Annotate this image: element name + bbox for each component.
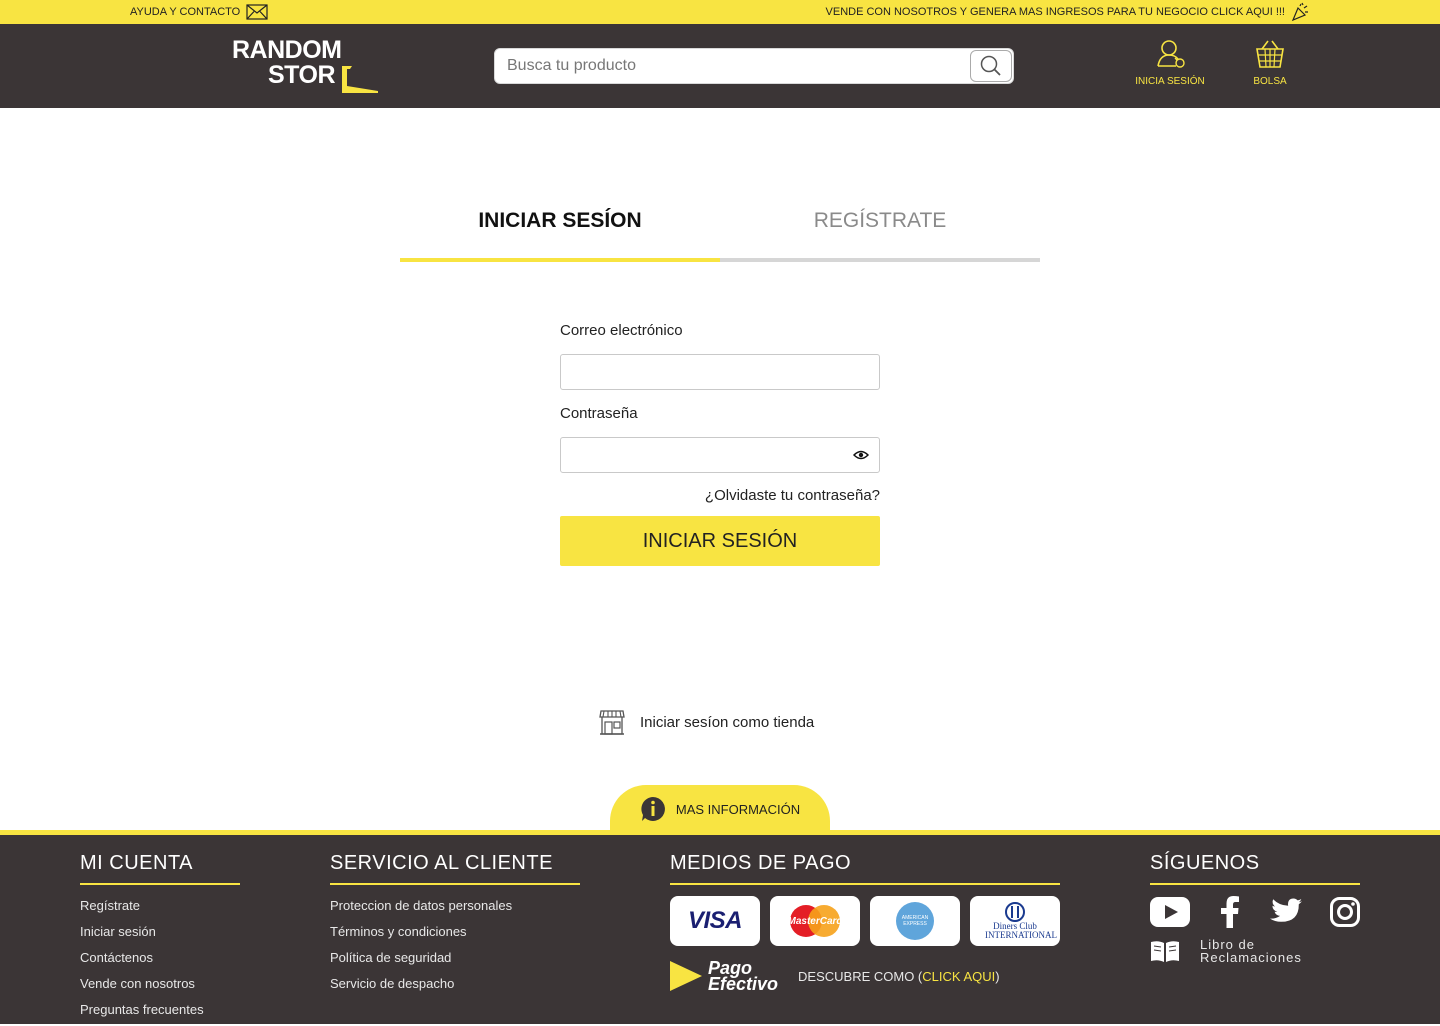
play-arrow-icon bbox=[670, 961, 702, 991]
footer-follow-us: SÍGUENOS Libro de Reclamaciones bbox=[1150, 852, 1360, 964]
logo-line-1: RANDOM bbox=[232, 36, 342, 64]
search-icon bbox=[980, 55, 1001, 76]
top-bar: AYUDA Y CONTACTO VENDE CON NOSOTROS Y GE… bbox=[0, 0, 1440, 24]
instagram-icon bbox=[1330, 897, 1360, 927]
mastercard-logo-text: MasterCard bbox=[787, 916, 843, 927]
tab-register[interactable]: REGÍSTRATE bbox=[720, 200, 1040, 262]
header-login-button[interactable]: INICIA SESIÓN bbox=[1130, 38, 1210, 87]
discover-suffix: ) bbox=[995, 968, 1000, 984]
footer-link-faq[interactable]: Preguntas frecuentes bbox=[80, 1000, 240, 1026]
header-bag-button[interactable]: BOLSA bbox=[1240, 38, 1300, 87]
user-icon bbox=[1157, 40, 1185, 68]
payment-cards: VISA MasterCard AMERICAN EXPRESS Diners … bbox=[670, 896, 1060, 946]
store-login-label: Iniciar sesíon como tienda bbox=[640, 713, 815, 731]
discover-click-link[interactable]: CLICK AQUI bbox=[922, 969, 995, 984]
footer-payment-methods: MEDIOS DE PAGO VISA MasterCard AMERICAN … bbox=[670, 852, 1060, 994]
pago-efectivo-wordmark: Pago Efectivo bbox=[708, 959, 779, 994]
search-button[interactable] bbox=[970, 50, 1012, 82]
mastercard-card: MasterCard bbox=[770, 896, 860, 946]
footer-link-contact[interactable]: Contáctenos bbox=[80, 948, 240, 974]
password-field[interactable] bbox=[561, 438, 879, 472]
facebook-link[interactable] bbox=[1218, 896, 1242, 928]
store-login-link[interactable]: Iniciar sesíon como tienda bbox=[598, 708, 814, 736]
storefront-icon bbox=[599, 710, 625, 735]
footer-link-shipping[interactable]: Servicio de despacho bbox=[330, 974, 580, 1000]
visa-card: VISA bbox=[670, 896, 760, 946]
twitter-link[interactable] bbox=[1270, 896, 1302, 928]
search-input[interactable] bbox=[495, 49, 969, 83]
email-field-wrapper bbox=[560, 354, 880, 390]
more-info-label: MAS INFORMACIÓN bbox=[675, 801, 801, 817]
facebook-icon bbox=[1221, 896, 1239, 928]
store-logo[interactable]: RANDOM STOR bbox=[232, 38, 382, 96]
footer-my-account-title: MI CUENTA bbox=[80, 852, 240, 885]
footer-link-terms[interactable]: Términos y condiciones bbox=[330, 922, 580, 948]
discover-how-text: DESCUBRE COMO (CLICK AQUI) bbox=[798, 969, 1000, 984]
footer-link-data-protection[interactable]: Proteccion de datos personales bbox=[330, 896, 580, 922]
pago-efectivo-line2: Efectivo bbox=[708, 974, 779, 994]
celebration-icon bbox=[1291, 2, 1308, 22]
login-form: Correo electrónico Contraseña ¿Olvidaste… bbox=[560, 320, 880, 566]
pago-efectivo-row: Pago Efectivo DESCUBRE COMO (CLICK AQUI) bbox=[670, 959, 1060, 994]
forgot-password-link[interactable]: ¿Olvidaste tu contraseña? bbox=[560, 487, 880, 504]
instagram-link[interactable] bbox=[1330, 896, 1360, 928]
diners-logo-text: Diners Club INTERNATIONAL bbox=[985, 921, 1057, 940]
help-contact-link[interactable]: AYUDA Y CONTACTO bbox=[130, 0, 268, 24]
footer-customer-service: SERVICIO AL CLIENTE Proteccion de datos … bbox=[330, 852, 580, 1000]
youtube-link[interactable] bbox=[1150, 896, 1190, 928]
header-login-label: INICIA SESIÓN bbox=[1135, 76, 1205, 87]
search-box bbox=[494, 48, 1014, 84]
footer-link-login[interactable]: Iniciar sesión bbox=[80, 922, 240, 948]
footer-link-security-policy[interactable]: Política de seguridad bbox=[330, 948, 580, 974]
amex-logo: AMERICAN EXPRESS bbox=[896, 902, 934, 940]
complaints-book-label: Libro de Reclamaciones bbox=[1200, 938, 1330, 964]
site-header: RANDOM STOR INICIA SESIÓN BOLSA bbox=[0, 24, 1440, 108]
help-contact-label: AYUDA Y CONTACTO bbox=[130, 6, 241, 18]
email-field[interactable] bbox=[561, 355, 879, 389]
footer-payment-methods-title: MEDIOS DE PAGO bbox=[670, 852, 1060, 885]
book-icon bbox=[1151, 941, 1179, 962]
amex-logo-text: AMERICAN EXPRESS bbox=[901, 915, 929, 927]
visa-logo-text: VISA bbox=[687, 907, 743, 934]
site-footer: MI CUENTA Regístrate Iniciar sesión Cont… bbox=[0, 835, 1440, 1024]
header-bag-label: BOLSA bbox=[1253, 76, 1287, 87]
mail-icon bbox=[246, 4, 268, 20]
logo-mark-icon bbox=[342, 66, 378, 93]
pago-efectivo-logo: Pago Efectivo bbox=[670, 959, 779, 994]
password-field-wrapper bbox=[560, 437, 880, 473]
twitter-icon bbox=[1270, 898, 1302, 922]
tab-login[interactable]: INICIAR SESÍON bbox=[400, 200, 720, 262]
password-label: Contraseña bbox=[560, 405, 638, 422]
social-links bbox=[1150, 896, 1360, 928]
auth-tabs: INICIAR SESÍON REGÍSTRATE bbox=[400, 200, 1040, 262]
info-icon bbox=[641, 797, 665, 821]
complaints-book-link[interactable]: Libro de Reclamaciones bbox=[1150, 938, 1360, 964]
footer-follow-us-title: SÍGUENOS bbox=[1150, 852, 1360, 885]
footer-link-sell-with-us[interactable]: Vende con nosotros bbox=[80, 974, 240, 1000]
complaints-book-line2: Reclamaciones bbox=[1200, 950, 1302, 965]
amex-card: AMERICAN EXPRESS bbox=[870, 896, 960, 946]
show-password-icon[interactable] bbox=[853, 447, 869, 463]
basket-icon bbox=[1256, 40, 1284, 68]
email-label: Correo electrónico bbox=[560, 322, 683, 339]
diners-logo-icon bbox=[1005, 902, 1025, 922]
login-submit-button[interactable]: INICIAR SESIÓN bbox=[560, 516, 880, 566]
discover-prefix: DESCUBRE COMO ( bbox=[798, 968, 923, 984]
diners-card: Diners Club INTERNATIONAL bbox=[970, 896, 1060, 946]
youtube-icon bbox=[1150, 897, 1190, 927]
footer-customer-service-title: SERVICIO AL CLIENTE bbox=[330, 852, 580, 885]
sell-with-us-link[interactable]: VENDE CON NOSOTROS Y GENERA MAS INGRESOS… bbox=[826, 0, 1310, 24]
footer-my-account: MI CUENTA Regístrate Iniciar sesión Cont… bbox=[80, 852, 240, 1026]
logo-line-2: STOR bbox=[268, 61, 336, 89]
footer-link-register[interactable]: Regístrate bbox=[80, 896, 240, 922]
more-info-tab[interactable]: MAS INFORMACIÓN bbox=[610, 785, 830, 833]
sell-with-us-label: VENDE CON NOSOTROS Y GENERA MAS INGRESOS… bbox=[825, 6, 1285, 18]
